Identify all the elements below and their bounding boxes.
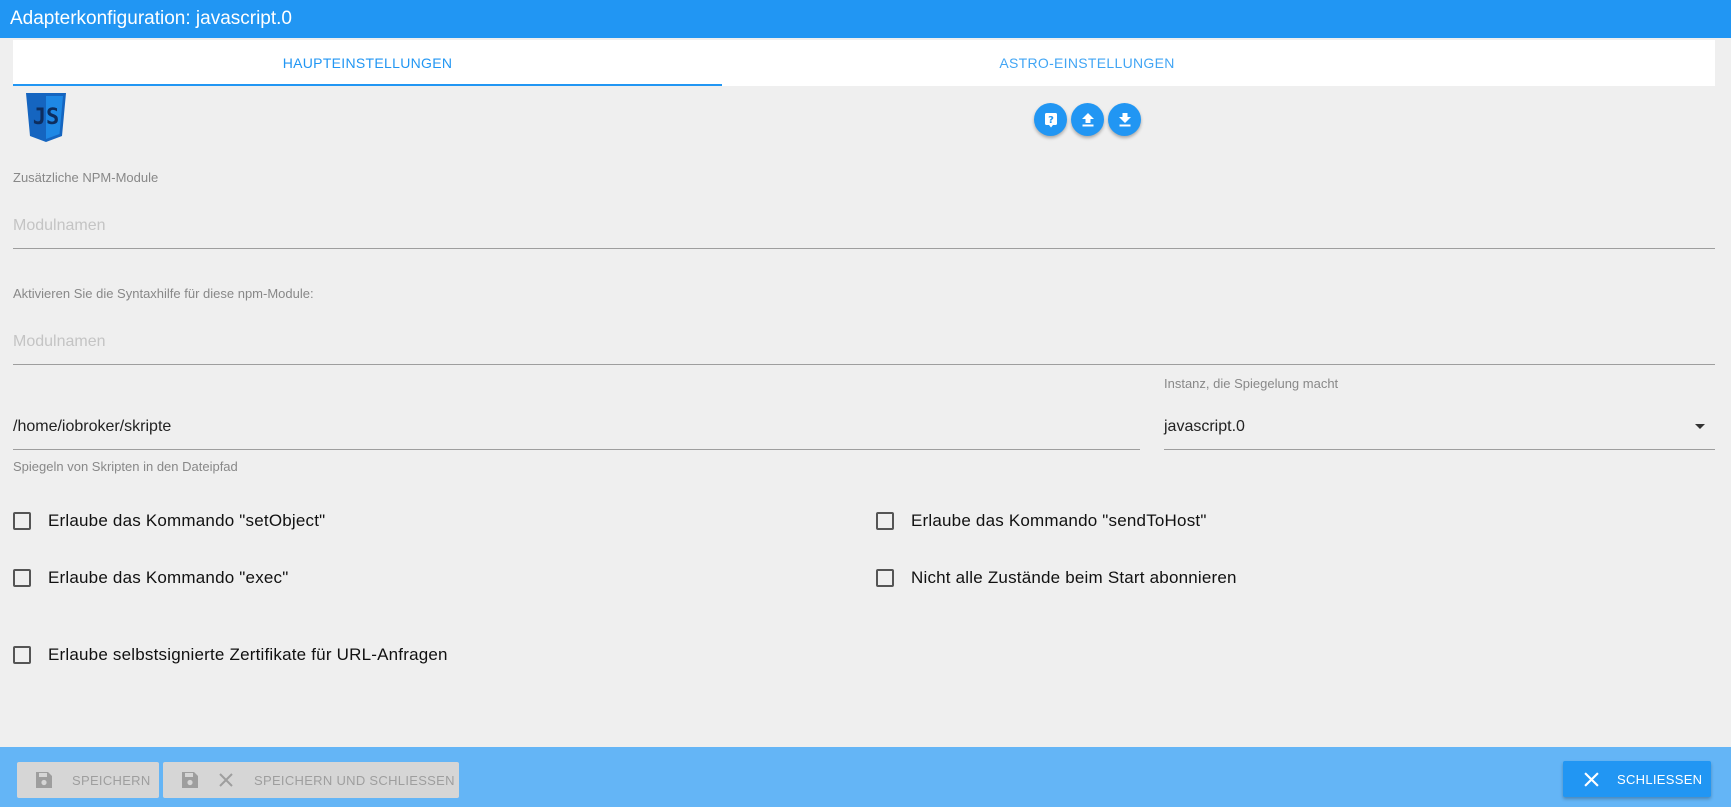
mirror-instance-underline [1164, 449, 1715, 450]
syntax-modules-underline [13, 364, 1715, 365]
help-button[interactable]: ? [1034, 103, 1067, 136]
no-subscribe-checkbox[interactable] [876, 569, 894, 587]
javascript-logo-icon: JS [26, 93, 66, 142]
send-to-host-label: Erlaube das Kommando "sendToHost" [911, 511, 1207, 530]
download-icon [1118, 112, 1131, 126]
set-object-label: Erlaube das Kommando "setObject" [48, 511, 326, 530]
close-button[interactable]: SCHLIESSEN [1563, 761, 1711, 797]
npm-modules-underline [13, 248, 1715, 249]
close-icon [1584, 771, 1599, 787]
upload-button[interactable] [1071, 103, 1104, 136]
help-icon: ? [1044, 112, 1057, 127]
save-and-close-button[interactable]: SPEICHERN UND SCHLIESSEN [163, 762, 459, 798]
send-to-host-checkbox[interactable] [876, 512, 894, 530]
svg-text:JS: JS [33, 105, 60, 130]
save-button[interactable]: SPEICHERN [17, 762, 159, 798]
npm-modules-label: Zusätzliche NPM-Module [13, 170, 159, 185]
upload-icon [1081, 112, 1094, 126]
syntax-modules-label: Aktivieren Sie die Syntaxhilfe für diese… [13, 286, 314, 301]
mirror-path-helper: Spiegeln von Skripten in den Dateipfad [13, 459, 238, 474]
window-title: Adapterkonfiguration: javascript.0 [0, 0, 1731, 38]
set-object-checkbox[interactable] [13, 512, 31, 530]
mirror-path-underline [13, 449, 1140, 450]
checkbox-row-send-to-host[interactable]: Erlaube das Kommando "sendToHost" [876, 511, 1207, 531]
floppy-disk-icon [182, 772, 198, 788]
close-button-label: SCHLIESSEN [1617, 771, 1703, 787]
exec-checkbox[interactable] [13, 569, 31, 587]
checkbox-row-exec[interactable]: Erlaube das Kommando "exec" [13, 568, 289, 588]
mirror-path-input[interactable]: /home/iobroker/skripte [13, 418, 171, 436]
tab-main-settings[interactable]: HAUPTEINSTELLUNGEN [13, 40, 722, 86]
download-button[interactable] [1108, 103, 1141, 136]
close-icon [219, 773, 233, 787]
chevron-down-icon[interactable] [1695, 424, 1705, 429]
self-signed-label: Erlaube selbstsignierte Zertifikate für … [48, 645, 448, 664]
tab-astro-settings[interactable]: ASTRO-EINSTELLUNGEN [722, 40, 1452, 86]
checkbox-row-self-signed[interactable]: Erlaube selbstsignierte Zertifikate für … [13, 645, 448, 665]
mirror-instance-select[interactable]: javascript.0 [1164, 418, 1245, 436]
save-and-close-label: SPEICHERN UND SCHLIESSEN [254, 772, 455, 788]
exec-label: Erlaube das Kommando "exec" [48, 568, 289, 587]
no-subscribe-label: Nicht alle Zustände beim Start abonniere… [911, 568, 1237, 587]
floppy-disk-icon [36, 772, 52, 788]
svg-text:?: ? [1048, 115, 1054, 126]
mirror-instance-label: Instanz, die Spiegelung macht [1164, 376, 1339, 391]
syntax-modules-input[interactable]: Modulnamen [13, 333, 106, 351]
tab-bar: HAUPTEINSTELLUNGEN ASTRO-EINSTELLUNGEN [13, 40, 1715, 86]
save-button-label: SPEICHERN [72, 772, 151, 788]
npm-modules-input[interactable]: Modulnamen [13, 217, 106, 235]
self-signed-checkbox[interactable] [13, 646, 31, 664]
toolbar-icons: ? [1034, 103, 1141, 136]
checkbox-row-set-object[interactable]: Erlaube das Kommando "setObject" [13, 511, 325, 531]
checkbox-row-no-subscribe[interactable]: Nicht alle Zustände beim Start abonniere… [876, 568, 1237, 588]
